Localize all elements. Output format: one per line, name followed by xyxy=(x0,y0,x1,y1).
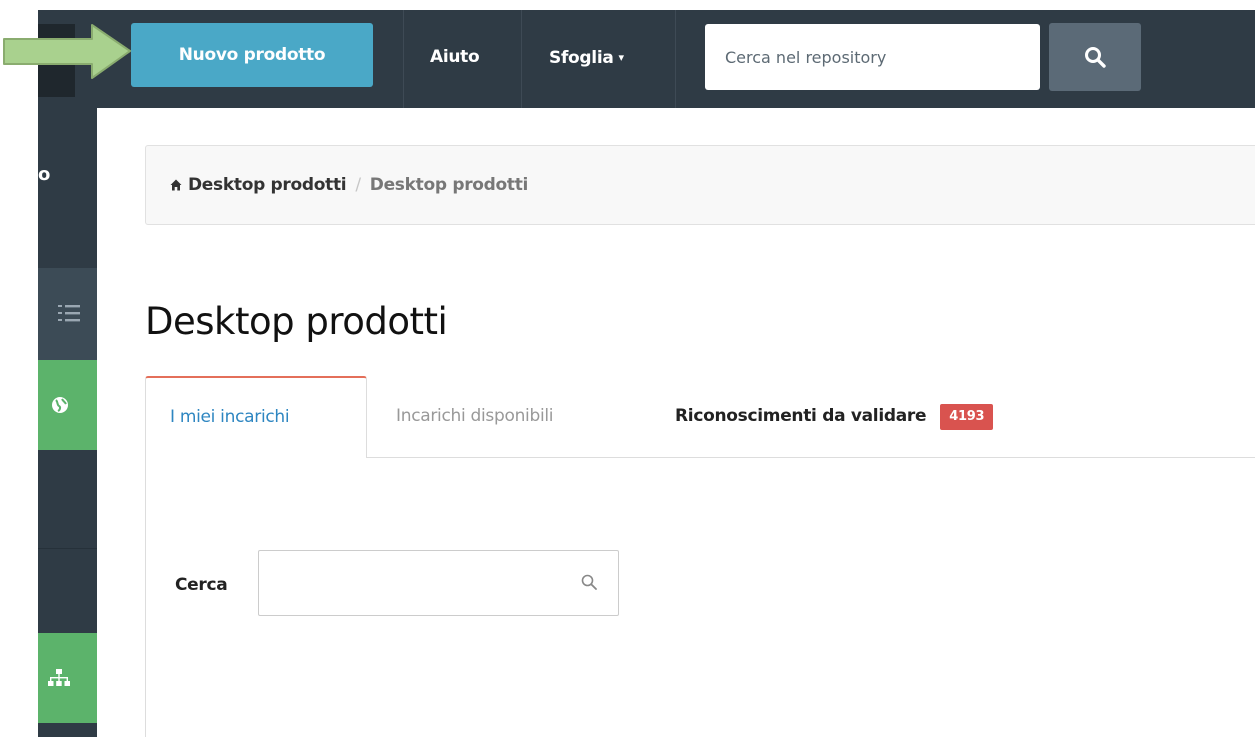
tab-recognitions-to-validate[interactable]: Riconoscimenti da validare 4193 xyxy=(675,376,994,456)
nav-divider xyxy=(521,10,522,108)
top-navbar: Nuovo prodotto Aiuto Sfoglia ▾ xyxy=(38,10,1255,108)
annotation-arrow-icon xyxy=(3,24,131,79)
list-icon xyxy=(58,305,80,322)
sitemap-icon xyxy=(48,669,70,686)
repository-search-button[interactable] xyxy=(1049,23,1141,91)
tab-my-tasks[interactable]: I miei incarichi xyxy=(145,376,367,458)
globe-icon xyxy=(52,397,68,413)
tab-label: Riconoscimenti da validare xyxy=(675,406,927,426)
sidebar-item-globe[interactable] xyxy=(38,360,97,450)
breadcrumb: Desktop prodotti / Desktop prodotti xyxy=(145,145,1255,225)
nav-divider xyxy=(675,10,676,108)
browse-menu-label: Sfoglia xyxy=(549,48,614,68)
browse-menu[interactable]: Sfoglia ▾ xyxy=(549,10,624,108)
help-link[interactable]: Aiuto xyxy=(430,10,480,108)
tab-available-tasks[interactable]: Incarichi disponibili xyxy=(396,376,554,456)
tab-panel xyxy=(145,458,146,737)
new-product-button[interactable]: Nuovo prodotto xyxy=(131,23,373,87)
sidebar-item-sitemap[interactable] xyxy=(38,633,97,723)
breadcrumb-home-link[interactable]: Desktop prodotti xyxy=(188,175,347,195)
sidebar-item-list[interactable] xyxy=(38,268,97,360)
left-sidebar: o xyxy=(38,108,97,737)
home-icon xyxy=(170,179,182,191)
search-icon xyxy=(1085,47,1106,68)
search-input[interactable] xyxy=(258,550,619,616)
sidebar-partial-label: o xyxy=(38,164,51,185)
count-badge: 4193 xyxy=(940,404,994,430)
breadcrumb-current: Desktop prodotti xyxy=(369,175,529,195)
search-label: Cerca xyxy=(175,575,228,595)
caret-down-icon: ▾ xyxy=(618,51,625,64)
page-title: Desktop prodotti xyxy=(145,300,448,343)
repository-search-input[interactable] xyxy=(705,24,1040,90)
nav-divider xyxy=(403,10,404,108)
app-window: Nuovo prodotto Aiuto Sfoglia ▾ o xyxy=(38,10,1255,737)
breadcrumb-separator: / xyxy=(355,175,361,195)
search-icon xyxy=(581,574,597,590)
